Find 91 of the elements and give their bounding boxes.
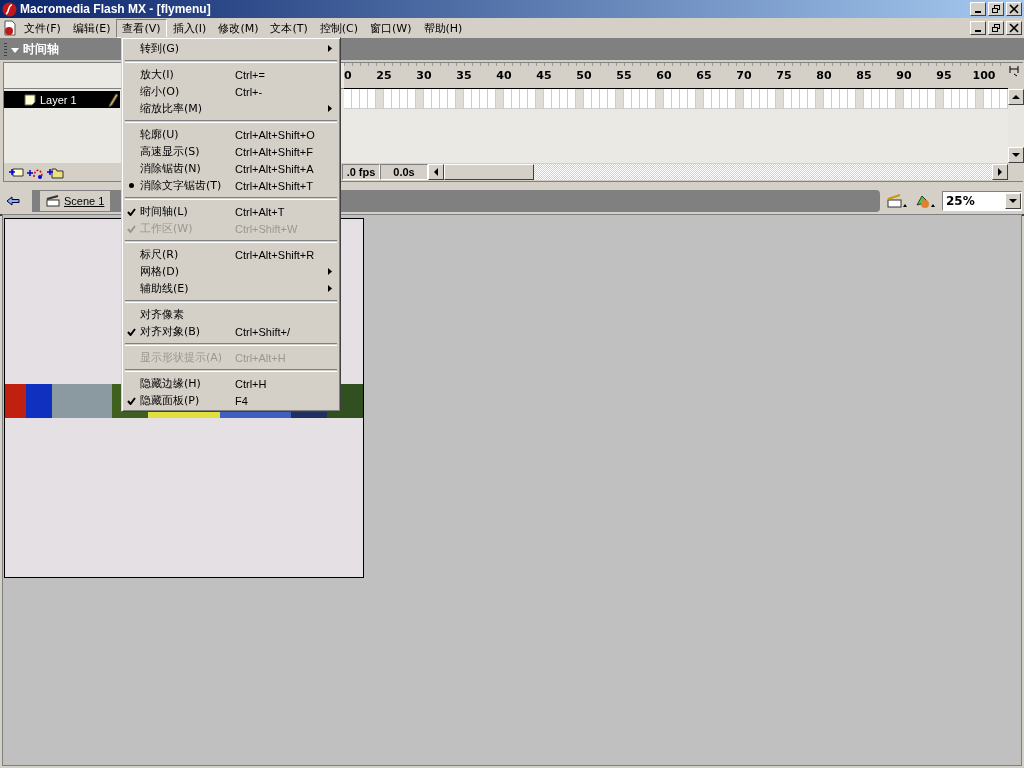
horizontal-scrollbar[interactable] [428,164,1008,180]
frame-cells[interactable] [344,89,1008,109]
menu-item[interactable]: 修改(M) [212,18,265,38]
frame-number: 55 [615,69,633,82]
menu-option[interactable]: 缩放比率(M) [124,100,338,117]
shortcut-label: Ctrl+H [235,377,268,390]
menu-option[interactable]: 时间轴(L) Ctrl+Alt+T [124,203,338,220]
frame-number: 60 [655,69,673,82]
submenu-arrow-icon [328,105,332,112]
menu-option[interactable]: 隐藏面板(P) F4 [124,392,338,409]
frame-number: 75 [775,69,793,82]
frame-number: 100 [971,69,997,82]
submenu-arrow-icon [328,285,332,292]
menu-item[interactable]: 编辑(E) [66,18,117,38]
menu-option[interactable]: 放大(I) Ctrl+= [124,66,338,83]
document-icon[interactable] [2,20,18,36]
scrollbar-thumb[interactable] [444,164,534,180]
shortcut-label: Ctrl+Alt+Shift+T [235,179,314,192]
frame-number: 95 [935,69,953,82]
frame-number: 35 [455,69,473,82]
shortcut-label: Ctrl+Alt+T [235,205,286,218]
panel-title: 时间轴 [23,41,59,58]
shortcut-label: Ctrl+Alt+Shift+R [235,248,316,261]
scroll-up-icon[interactable] [1008,89,1024,105]
menu-option[interactable]: 缩小(O) Ctrl+- [124,83,338,100]
menu-option[interactable]: 轮廓(U) Ctrl+Alt+Shift+O [124,126,338,143]
menu-item[interactable]: 文件(F) [18,18,67,38]
zoom-dropdown[interactable]: 25% [942,191,1022,211]
frame-ruler[interactable]: 0 25 30 35 40 45 50 55 60 65 70 75 80 85 90 95 100 [344,63,1008,89]
shortcut-label: Ctrl+Alt+Shift+F [235,145,314,158]
layer-row[interactable]: Layer 1 [4,91,120,108]
menu-option[interactable]: 辅助线(E) [124,280,338,297]
frame-number: 25 [375,69,393,82]
scroll-down-icon[interactable] [1008,147,1024,163]
frame-rate: .0 fps [342,164,380,180]
menu-option[interactable]: 高速显示(S) Ctrl+Alt+Shift+F [124,143,338,160]
close-icon[interactable] [1006,2,1022,16]
shortcut-label: Ctrl+= [235,68,266,81]
frame-number: 85 [855,69,873,82]
menu-option[interactable]: 隐藏边缘(H) Ctrl+H [124,375,338,392]
menu-item[interactable]: 窗口(W) [364,18,418,38]
submenu-arrow-icon [328,45,332,52]
shortcut-label: Ctrl+Alt+H [235,351,287,364]
menu-option[interactable]: 网格(D) [124,263,338,280]
menu-option[interactable]: 标尺(R) Ctrl+Alt+Shift+R [124,246,338,263]
add-folder-icon[interactable] [46,165,64,179]
minimize-icon[interactable] [970,2,986,16]
minimize-icon[interactable] [970,21,986,35]
back-arrow-icon[interactable] [6,196,20,206]
frame-number: 40 [495,69,513,82]
scroll-left-icon[interactable] [428,164,444,180]
scroll-right-icon[interactable] [992,164,1008,180]
menu-item[interactable]: 文本(T) [264,18,314,38]
frame-number: 65 [695,69,713,82]
menu-option[interactable]: 消除锯齿(N) Ctrl+Alt+Shift+A [124,160,338,177]
menu-option[interactable]: 对齐像素 [124,306,338,323]
add-layer-icon[interactable] [8,165,24,179]
frame-number: 30 [415,69,433,82]
clapperboard-menu-icon[interactable] [886,193,908,209]
close-icon[interactable] [1006,21,1022,35]
frame-view-icon[interactable] [1008,63,1022,77]
shortcut-label: Ctrl+- [235,85,264,98]
frame-number: 70 [735,69,753,82]
frame-number: 80 [815,69,833,82]
shortcut-label: F4 [235,394,249,407]
frame-number: 90 [895,69,913,82]
symbol-menu-icon[interactable] [914,193,936,209]
shortcut-label: Ctrl+Alt+Shift+A [235,162,315,175]
shortcut-label: Ctrl+Shift+/ [235,325,292,338]
app-logo-icon [2,1,17,17]
frame-number: 0 [344,69,353,82]
menu-option[interactable]: 消除文字锯齿(T) Ctrl+Alt+Shift+T [124,177,338,194]
frame-number: 50 [575,69,593,82]
menu-item[interactable]: 控制(C) [313,18,365,38]
restore-icon[interactable] [988,21,1004,35]
clapperboard-icon [46,195,60,207]
shortcut-label: Ctrl+Alt+Shift+O [235,128,316,141]
layer-icon [24,93,36,106]
menu-item[interactable]: 插入(I) [166,18,213,38]
shortcut-label: Ctrl+Shift+W [235,222,299,235]
window-title: Macromedia Flash MX - [flymenu] [20,2,211,16]
collapse-triangle-icon[interactable] [11,45,19,54]
frame-number: 45 [535,69,553,82]
elapsed-time: 0.0s [380,164,428,180]
pencil-icon [108,92,118,107]
scene-tab[interactable]: Scene 1 [40,191,111,211]
restore-icon[interactable] [988,2,1004,16]
menu-item[interactable]: 帮助(H) [417,18,469,38]
menu-option[interactable]: 转到(G) [124,40,338,57]
submenu-arrow-icon [328,268,332,275]
menu-option[interactable]: 对齐对象(B) Ctrl+Shift+/ [124,323,338,340]
